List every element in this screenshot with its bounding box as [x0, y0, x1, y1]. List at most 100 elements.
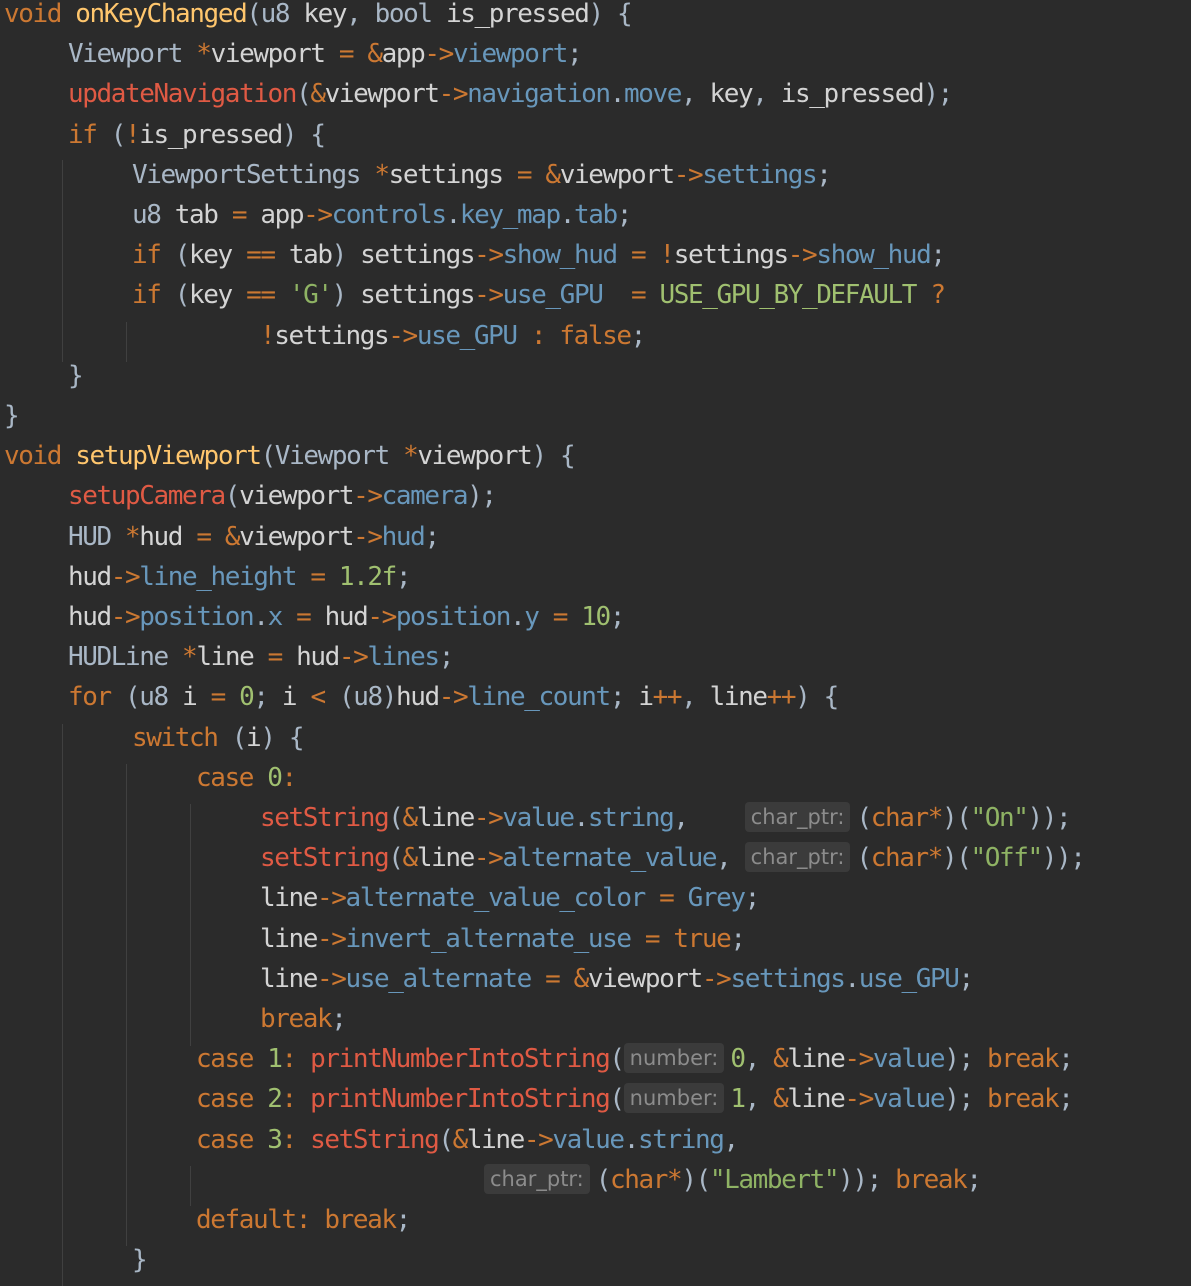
code-line[interactable]: default: break; [196, 1200, 412, 1240]
code-line[interactable]: setString(&line->value.string, char_ptr:… [260, 798, 1072, 838]
code-line[interactable]: setupCamera(viewport->camera); [68, 476, 497, 516]
code-token: ); [923, 79, 953, 110]
code-token: void [4, 441, 62, 472]
code-token: } [68, 360, 84, 391]
code-token: = [210, 682, 227, 713]
code-line[interactable]: hud->position.x = hud->position.y = 10; [68, 597, 625, 637]
code-token: & [545, 159, 561, 190]
code-token: ( [609, 1044, 625, 1075]
code-line[interactable]: void onKeyChanged(u8 key, bool is_presse… [4, 0, 633, 34]
code-token: . [623, 1124, 640, 1155]
code-token: x [267, 602, 284, 632]
code-token: settings [274, 320, 389, 351]
code-line[interactable]: Viewport *viewport = &app->viewport; [68, 34, 583, 74]
code-token: case [196, 1124, 254, 1155]
code-token: -> [317, 923, 347, 954]
code-token: 1 [730, 1084, 746, 1115]
code-token: )); [1027, 803, 1072, 833]
code-token: -> [338, 642, 369, 673]
code-line[interactable]: } [4, 396, 20, 436]
code-token: viewport [417, 441, 532, 472]
code-token: viewport [239, 521, 354, 552]
code-line[interactable]: line->invert_alternate_use = true; [260, 919, 746, 959]
code-line[interactable]: line->alternate_value_color = Grey; [260, 878, 760, 918]
code-token: line [709, 682, 768, 713]
code-token: is_pressed [139, 119, 283, 150]
code-token: is_pressed [780, 79, 925, 110]
code-token: ; [395, 1205, 412, 1235]
code-line[interactable]: HUDLine *line = hud->lines; [68, 637, 454, 677]
code-token: ++ [766, 682, 797, 713]
code-line[interactable]: switch (i) { [132, 718, 304, 758]
code-token: settings [388, 159, 504, 190]
code-line[interactable]: line->use_alternate = &viewport->setting… [260, 959, 974, 999]
code-line[interactable]: case 3: setString(&line->value.string, [196, 1120, 739, 1160]
code-line[interactable]: for (u8 i = 0; i < (u8)hud->line_count; … [68, 677, 839, 717]
code-line[interactable]: if (key == 'G') settings->use_GPU = USE_… [132, 275, 946, 315]
code-token: -> [844, 1084, 874, 1115]
code-line[interactable]: if (key == tab) settings->show_hud = !se… [132, 235, 946, 275]
code-line[interactable]: break; [260, 999, 347, 1039]
code-token: )); [1041, 843, 1086, 874]
parameter-hint: char_ptr: [744, 802, 851, 832]
code-line[interactable]: HUD *hud = &viewport->hud; [68, 517, 440, 557]
code-token: char [870, 843, 929, 874]
parameter-hint: char_ptr: [744, 842, 851, 873]
code-token: -> [353, 481, 383, 512]
code-line[interactable]: case 2: printNumberIntoString(number: 1, … [196, 1079, 1074, 1119]
code-token: tab [174, 200, 219, 230]
code-token: ) [331, 240, 361, 271]
code-line[interactable]: } [132, 1240, 148, 1280]
code-token: -> [844, 1044, 874, 1075]
code-token: ( [856, 803, 872, 833]
code-token: i [182, 682, 198, 713]
code-token: key_map [459, 200, 561, 230]
code-editor[interactable]: void onKeyChanged(u8 key, bool is_presse… [0, 0, 1191, 1286]
code-token: show_hud [816, 240, 931, 271]
code-token: setString [260, 803, 390, 833]
code-token: for [68, 682, 112, 713]
code-line[interactable]: hud->line_height = 1.2f; [68, 557, 412, 597]
code-token: & [367, 39, 383, 70]
parameter-hint: char_ptr: [484, 1163, 590, 1194]
code-token: ; [816, 159, 832, 190]
code-token: "On" [970, 803, 1029, 833]
code-line[interactable]: } [68, 356, 84, 396]
code-line[interactable]: ViewportSettings *settings = &viewport->… [132, 155, 832, 195]
code-token: * [125, 521, 141, 552]
code-line[interactable]: setString(&line->alternate_value, char_p… [260, 838, 1086, 878]
code-token: use_alternate [345, 963, 533, 994]
code-line[interactable]: case 1: printNumberIntoString(number: 0, … [196, 1039, 1074, 1079]
code-line[interactable]: !settings->use_GPU : false; [260, 316, 646, 356]
code-token: viewport [452, 39, 568, 70]
code-token: ( [96, 119, 127, 150]
code-line[interactable]: u8 tab = app->controls.key_map.tab; [132, 195, 632, 235]
code-token: ) [331, 280, 361, 311]
code-token: , [673, 803, 745, 833]
code-token: HUD [68, 521, 112, 552]
code-token: -> [701, 963, 732, 994]
code-line[interactable]: void setupViewport(Viewport *viewport) { [4, 436, 576, 476]
code-line[interactable]: updateNavigation(&viewport->navigation.m… [68, 74, 953, 114]
code-token: 'G' [288, 280, 333, 311]
code-token: false [559, 320, 632, 351]
code-token: alternate_value_color [345, 883, 647, 914]
code-line[interactable]: char_ptr: (char*)("Lambert")); break; [484, 1160, 982, 1200]
code-line[interactable]: case 0: [196, 758, 297, 798]
indent-guide [190, 1166, 191, 1206]
code-line[interactable]: if (!is_pressed) { [68, 115, 326, 155]
code-token: } [4, 401, 20, 431]
code-token: = [267, 642, 284, 673]
